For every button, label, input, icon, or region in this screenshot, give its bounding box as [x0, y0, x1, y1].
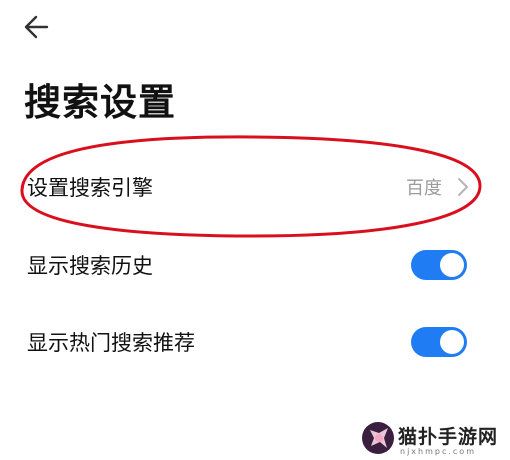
chevron-right-icon: [458, 178, 468, 196]
search-engine-value: 百度: [406, 178, 442, 199]
search-history-label: 显示搜索历史: [27, 254, 153, 278]
search-engine-setting-row[interactable]: 设置搜索引擎 百度: [0, 159, 510, 215]
hot-search-toggle[interactable]: [411, 327, 467, 357]
watermark: 猫扑手游网 njxhmpc.com: [360, 416, 510, 460]
toggle-knob: [440, 253, 464, 277]
toggle-knob: [440, 330, 464, 354]
cat-logo-icon: [362, 422, 394, 454]
search-engine-label: 设置搜索引擎: [27, 176, 153, 200]
watermark-text: 猫扑手游网: [398, 426, 499, 448]
back-button[interactable]: [22, 12, 52, 42]
hot-search-setting-row: 显示热门搜索推荐: [0, 314, 510, 370]
page-title: 搜索设置: [24, 81, 176, 124]
search-history-setting-row: 显示搜索历史: [0, 237, 510, 293]
watermark-subtext: njxhmpc.com: [400, 447, 476, 456]
hot-search-label: 显示热门搜索推荐: [27, 331, 195, 355]
search-history-toggle[interactable]: [411, 250, 467, 280]
arrow-left-icon: [24, 15, 49, 39]
